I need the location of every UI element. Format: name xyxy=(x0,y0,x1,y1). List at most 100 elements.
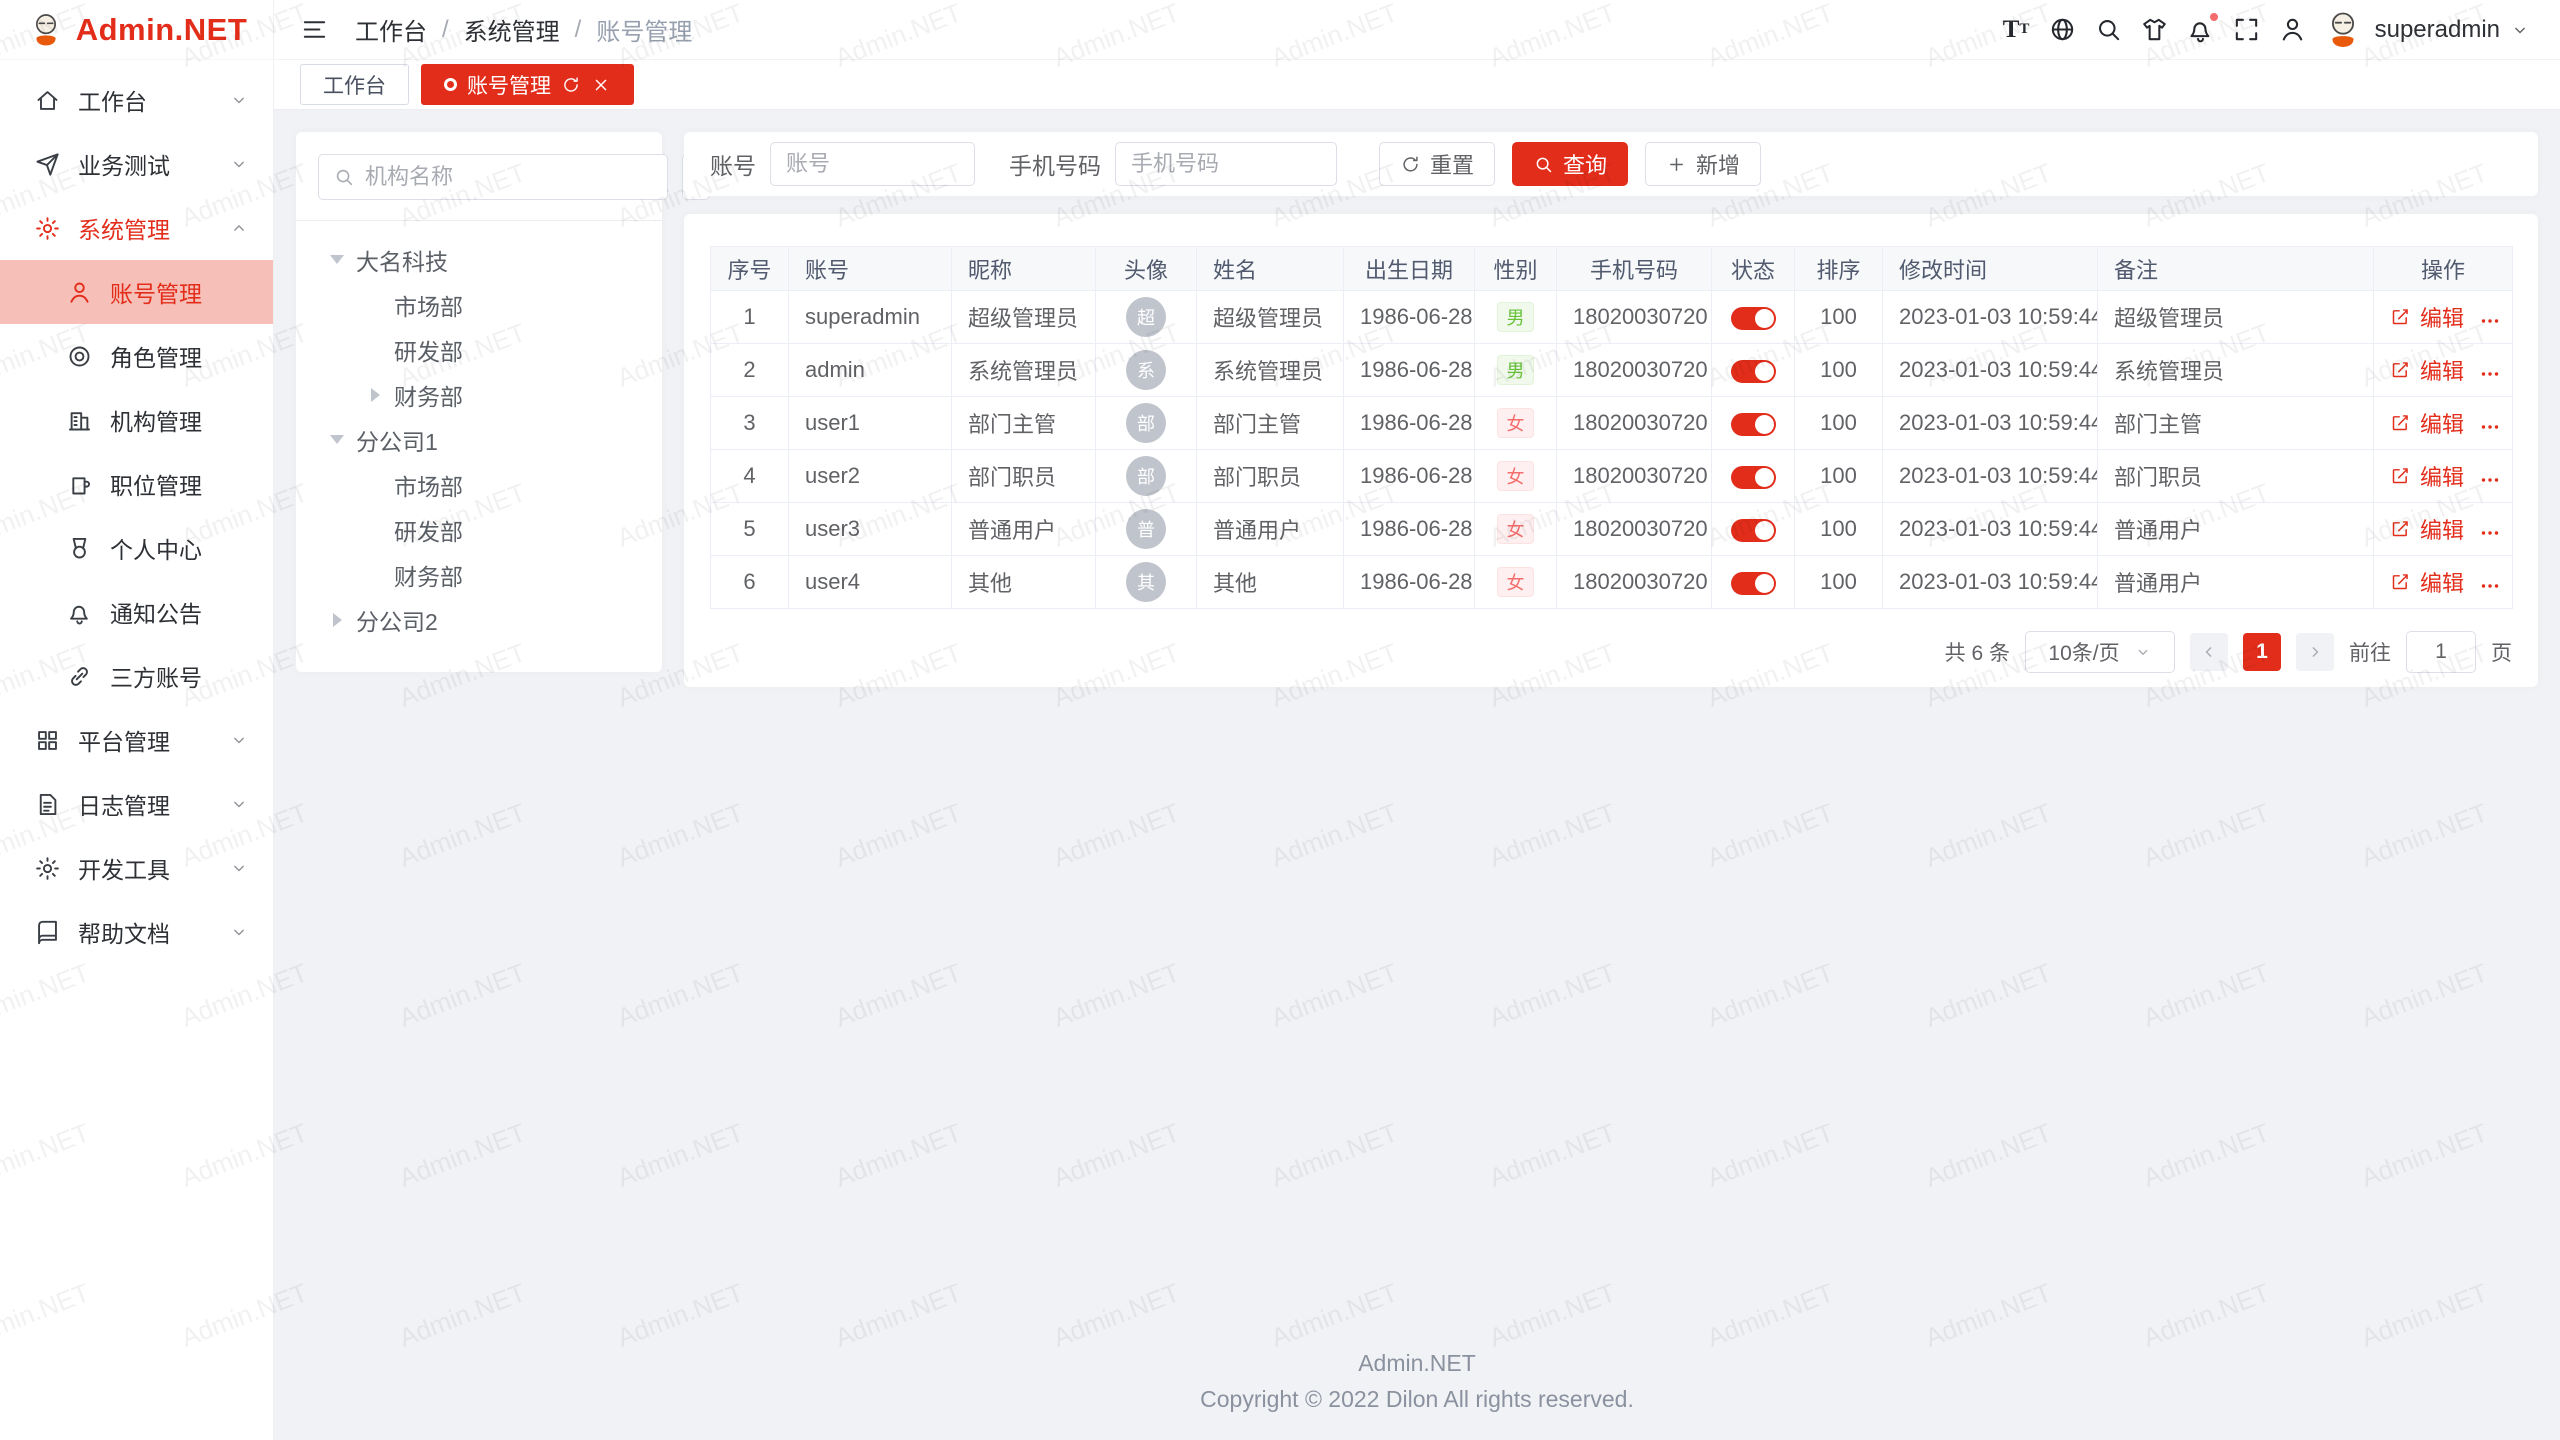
chevron-up-icon xyxy=(229,218,249,238)
search-icon[interactable] xyxy=(2094,15,2123,44)
edit-button[interactable]: 编辑 xyxy=(2390,354,2464,386)
goto-page-input[interactable] xyxy=(2406,631,2476,673)
tree-node-label: 研发部 xyxy=(394,333,463,367)
tab-close-icon[interactable] xyxy=(591,75,611,95)
gender-badge: 男 xyxy=(1497,302,1534,332)
sidebar-item[interactable]: 职位管理 xyxy=(0,452,273,516)
caret-right-icon[interactable] xyxy=(371,388,380,402)
reset-button[interactable]: 重置 xyxy=(1379,142,1495,186)
theme-icon[interactable] xyxy=(2140,15,2169,44)
row-more-button[interactable] xyxy=(2478,521,2502,545)
sidebar-item[interactable]: 通知公告 xyxy=(0,580,273,644)
sidebar-item[interactable]: 角色管理 xyxy=(0,324,273,388)
edit-button[interactable]: 编辑 xyxy=(2390,460,2464,492)
sidebar-item[interactable]: 机构管理 xyxy=(0,388,273,452)
table-row: 1superadmin超级管理员超超级管理员1986-06-28男1802003… xyxy=(711,291,2513,344)
docs-icon xyxy=(34,919,61,946)
sidebar-item[interactable]: 开发工具 xyxy=(0,836,273,900)
logo-icon xyxy=(26,10,66,50)
breadcrumb-item[interactable]: 系统管理 xyxy=(464,12,560,47)
status-toggle[interactable] xyxy=(1731,307,1776,330)
table-cell: 其他 xyxy=(1197,556,1344,609)
tree-node[interactable]: 研发部 xyxy=(318,327,640,372)
table-cell: 1 xyxy=(711,291,789,344)
table-cell: 1986-06-28 xyxy=(1344,556,1475,609)
current-page[interactable]: 1 xyxy=(2243,633,2281,671)
sidebar-item[interactable]: 账号管理 xyxy=(0,260,273,324)
profile-top-icon[interactable] xyxy=(2278,15,2307,44)
footer: Admin.NET Copyright © 2022 Dilon All rig… xyxy=(296,1342,2538,1418)
tree-node[interactable]: 市场部 xyxy=(318,462,640,507)
status-toggle[interactable] xyxy=(1731,519,1776,542)
table-cell: 2023-01-03 10:59:44 xyxy=(1883,556,2098,609)
caret-right-icon[interactable] xyxy=(333,613,342,627)
add-button[interactable]: 新增 xyxy=(1645,142,1761,186)
table-cell: 部 xyxy=(1096,397,1197,450)
search-icon xyxy=(333,166,355,188)
language-icon[interactable] xyxy=(2048,15,2077,44)
phone-input[interactable] xyxy=(1115,142,1337,186)
sidebar-item[interactable]: 个人中心 xyxy=(0,516,273,580)
org-search[interactable] xyxy=(318,154,668,200)
tree-node[interactable]: 市场部 xyxy=(318,282,640,327)
sidebar-item[interactable]: 日志管理 xyxy=(0,772,273,836)
page-size-select[interactable]: 10条/页 xyxy=(2025,631,2175,673)
font-size-icon[interactable]: TT xyxy=(2002,15,2031,44)
next-page-button[interactable] xyxy=(2296,633,2334,671)
table-cell: 2023-01-03 10:59:44 xyxy=(1883,450,2098,503)
edit-button[interactable]: 编辑 xyxy=(2390,566,2464,598)
edit-button[interactable]: 编辑 xyxy=(2390,513,2464,545)
caret-down-icon[interactable] xyxy=(330,255,344,264)
table-cell: 18020030720 xyxy=(1557,344,1712,397)
collapse-menu-icon[interactable] xyxy=(300,15,329,44)
tree-node[interactable]: 大名科技 xyxy=(318,237,640,282)
account-input[interactable] xyxy=(770,142,975,186)
row-more-button[interactable] xyxy=(2478,574,2502,598)
notification-icon[interactable] xyxy=(2186,15,2215,44)
table-cell: 编辑 xyxy=(2374,450,2513,503)
sidebar-item-label: 角色管理 xyxy=(110,339,202,373)
tab-active[interactable]: 账号管理 xyxy=(421,64,634,105)
search-button[interactable]: 查询 xyxy=(1512,142,1628,186)
status-toggle[interactable] xyxy=(1731,466,1776,489)
column-header: 昵称 xyxy=(952,247,1096,291)
org-search-input[interactable] xyxy=(365,164,653,190)
tree-node[interactable]: 财务部 xyxy=(318,552,640,597)
table-row: 3user1部门主管部部门主管1986-06-28女18020030720100… xyxy=(711,397,2513,450)
tree-node[interactable]: 分公司1 xyxy=(318,417,640,462)
row-more-button[interactable] xyxy=(2478,362,2502,386)
prev-page-button[interactable] xyxy=(2190,633,2228,671)
status-toggle[interactable] xyxy=(1731,360,1776,383)
tree-node[interactable]: 研发部 xyxy=(318,507,640,552)
status-toggle[interactable] xyxy=(1731,413,1776,436)
fullscreen-icon[interactable] xyxy=(2232,15,2261,44)
column-header: 备注 xyxy=(2098,247,2374,291)
caret-down-icon[interactable] xyxy=(330,435,344,444)
sidebar-item[interactable]: 帮助文档 xyxy=(0,900,273,964)
avatar: 部 xyxy=(1126,456,1166,496)
sidebar-item[interactable]: 系统管理 xyxy=(0,196,273,260)
table-row: 4user2部门职员部部门职员1986-06-28女18020030720100… xyxy=(711,450,2513,503)
row-more-button[interactable] xyxy=(2478,468,2502,492)
logo[interactable]: Admin.NET xyxy=(0,0,273,60)
tab-refresh-icon[interactable] xyxy=(561,75,581,95)
tab-item[interactable]: 工作台 xyxy=(300,64,409,105)
sidebar-item[interactable]: 三方账号 xyxy=(0,644,273,708)
edit-button[interactable]: 编辑 xyxy=(2390,301,2464,333)
tree-node[interactable]: 分公司2 xyxy=(318,597,640,642)
table-cell: 18020030720 xyxy=(1557,503,1712,556)
row-more-button[interactable] xyxy=(2478,415,2502,439)
sidebar-item[interactable]: 业务测试 xyxy=(0,132,273,196)
sidebar-item[interactable]: 工作台 xyxy=(0,68,273,132)
table-cell xyxy=(1712,503,1795,556)
table-cell: 超级管理员 xyxy=(2098,291,2374,344)
table-cell: user2 xyxy=(789,450,952,503)
table-cell: 部 xyxy=(1096,450,1197,503)
user-menu[interactable]: superadmin xyxy=(2321,8,2530,52)
row-more-button[interactable] xyxy=(2478,309,2502,333)
tree-node[interactable]: 财务部 xyxy=(318,372,640,417)
edit-button[interactable]: 编辑 xyxy=(2390,407,2464,439)
status-toggle[interactable] xyxy=(1731,572,1776,595)
breadcrumb-item[interactable]: 工作台 xyxy=(355,12,427,47)
sidebar-item[interactable]: 平台管理 xyxy=(0,708,273,772)
